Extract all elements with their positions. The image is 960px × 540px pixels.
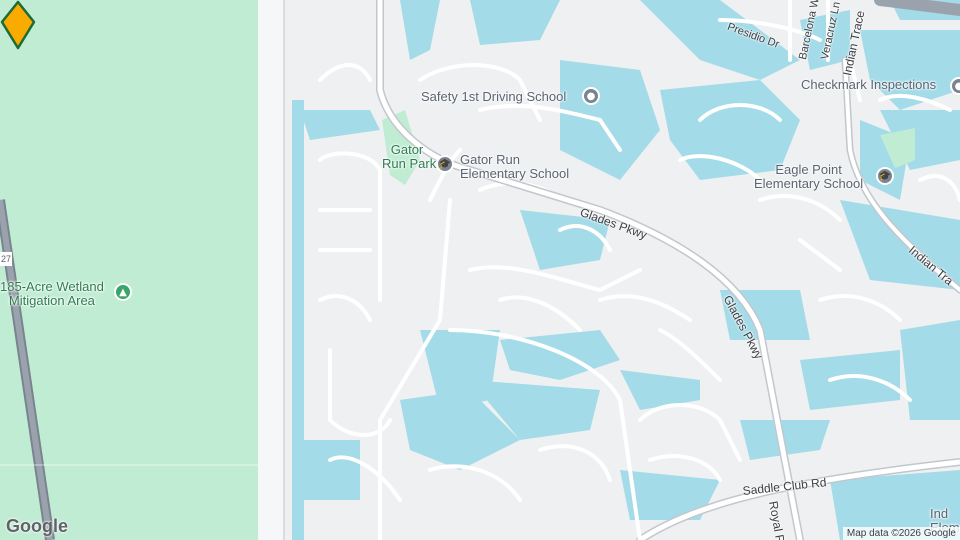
eagle-point-elementary-label[interactable]: Eagle Point Elementary School [754, 163, 863, 191]
safety-school-pin-icon[interactable]: ● [582, 87, 600, 105]
gator-run-elementary-label[interactable]: Gator Run Elementary School [460, 153, 569, 181]
wetland-label[interactable]: 185-Acre Wetland Mitigation Area [0, 280, 104, 308]
selected-location-marker[interactable] [0, 0, 36, 52]
eagle-point-school-cap-icon[interactable]: 🎓 [876, 167, 894, 185]
wetland-tree-icon[interactable]: ▲ [114, 283, 132, 301]
gator-run-school-cap-icon[interactable]: 🎓 [436, 155, 454, 173]
map-canvas[interactable]: ● Safety 1st Driving School Gator Run Pa… [0, 0, 960, 540]
google-logo[interactable]: Google [6, 516, 68, 537]
safety-school-label[interactable]: Safety 1st Driving School [421, 90, 566, 104]
map-attribution[interactable]: Map data ©2026 Google [842, 527, 960, 540]
route-shield-label: 27 [0, 252, 13, 266]
gator-run-park-label[interactable]: Gator Run Park [382, 143, 436, 171]
checkmark-inspections-label[interactable]: Checkmark Inspections [801, 78, 936, 92]
